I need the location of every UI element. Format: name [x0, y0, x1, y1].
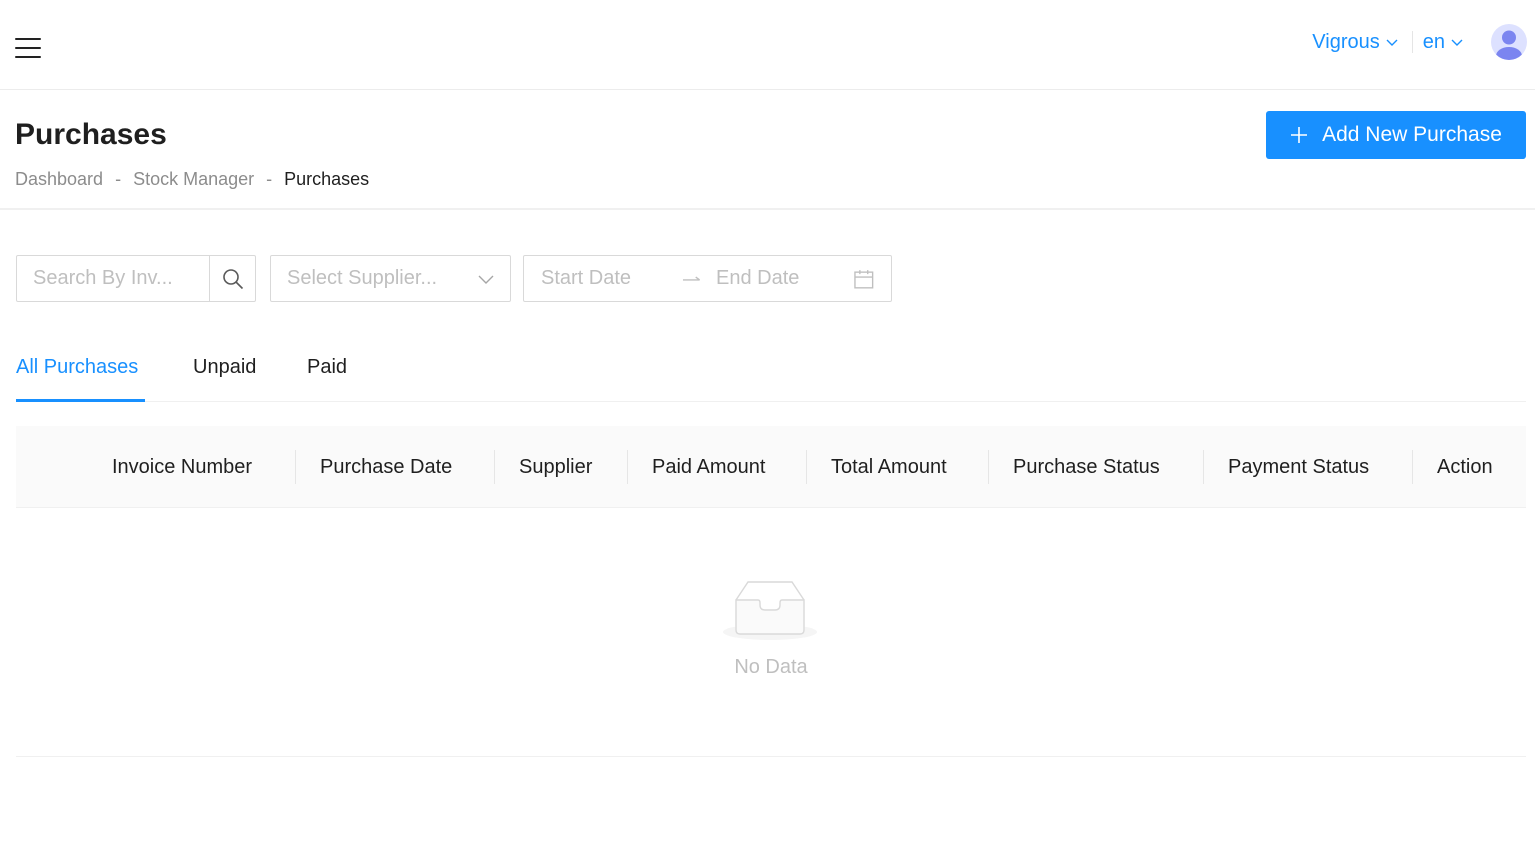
empty-state-text: No Data [734, 656, 808, 678]
table-empty-state: No Data [16, 508, 1526, 757]
purchases-table: Invoice Number Purchase Date Supplier Pa… [16, 426, 1526, 757]
language-label: en [1422, 30, 1445, 53]
column-divider [806, 450, 807, 484]
invoice-search-input[interactable] [17, 256, 209, 301]
tab-all-purchases[interactable]: All Purchases [16, 356, 138, 379]
column-divider [627, 450, 628, 484]
purchase-tabs: All Purchases Unpaid Paid [16, 337, 1526, 402]
column-divider [494, 450, 495, 484]
date-range-picker: Start Date End Date [523, 255, 892, 302]
search-button[interactable] [209, 256, 255, 301]
chevron-down-icon [1386, 39, 1398, 46]
calendar-icon[interactable] [853, 268, 875, 290]
arrow-right-icon [683, 275, 701, 281]
column-header-action: Action [1437, 456, 1493, 478]
column-header-payment-status: Payment Status [1228, 456, 1370, 478]
table-header: Invoice Number Purchase Date Supplier Pa… [16, 426, 1526, 508]
column-header-purchase-date: Purchase Date [320, 456, 453, 478]
column-divider [988, 450, 989, 484]
company-dropdown[interactable]: Vigrous [1312, 30, 1398, 54]
top-header: Vigrous en [0, 0, 1535, 90]
company-name: Vigrous [1312, 30, 1380, 53]
hamburger-menu-icon[interactable] [15, 36, 41, 60]
invoice-search [16, 255, 256, 302]
user-avatar-icon[interactable] [1491, 24, 1527, 60]
breadcrumb-dashboard[interactable]: Dashboard [15, 169, 103, 190]
chevron-down-icon [1451, 39, 1463, 46]
column-header-invoice-number: Invoice Number [112, 456, 253, 478]
empty-inbox-icon [723, 581, 817, 640]
column-divider [1203, 450, 1204, 484]
add-new-purchase-button[interactable]: Add New Purchase [1266, 111, 1526, 159]
user-silhouette-icon [1496, 30, 1522, 60]
tab-unpaid[interactable]: Unpaid [193, 356, 256, 379]
language-dropdown[interactable]: en [1423, 31, 1463, 54]
column-header-supplier: Supplier [519, 456, 593, 478]
supplier-select-placeholder: Select Supplier... [287, 267, 438, 289]
supplier-select[interactable]: Select Supplier... [270, 255, 511, 302]
column-divider [1412, 450, 1413, 484]
breadcrumb-stock-manager[interactable]: Stock Manager [133, 169, 254, 190]
header-divider [1411, 31, 1413, 53]
end-date-input[interactable]: End Date [716, 267, 853, 290]
column-divider [295, 450, 296, 484]
breadcrumb: Dashboard - Stock Manager - Purchases [15, 169, 369, 190]
search-icon [222, 268, 243, 289]
plus-icon [1291, 127, 1308, 143]
page-header-divider [0, 208, 1535, 210]
add-new-purchase-label: Add New Purchase [1322, 123, 1502, 146]
start-date-input[interactable]: Start Date [541, 267, 678, 290]
page-title: Purchases [15, 118, 167, 151]
column-header-total-amount: Total Amount [831, 456, 947, 478]
breadcrumb-separator: - [266, 169, 273, 189]
active-tab-indicator [16, 399, 145, 402]
tab-paid[interactable]: Paid [307, 356, 347, 379]
column-header-purchase-status: Purchase Status [1013, 456, 1160, 478]
header-right-controls: Vigrous en [1312, 22, 1527, 62]
chevron-down-icon [478, 275, 494, 284]
column-header-paid-amount: Paid Amount [652, 456, 766, 478]
breadcrumb-separator: - [115, 169, 122, 189]
breadcrumb-purchases: Purchases [284, 169, 370, 189]
